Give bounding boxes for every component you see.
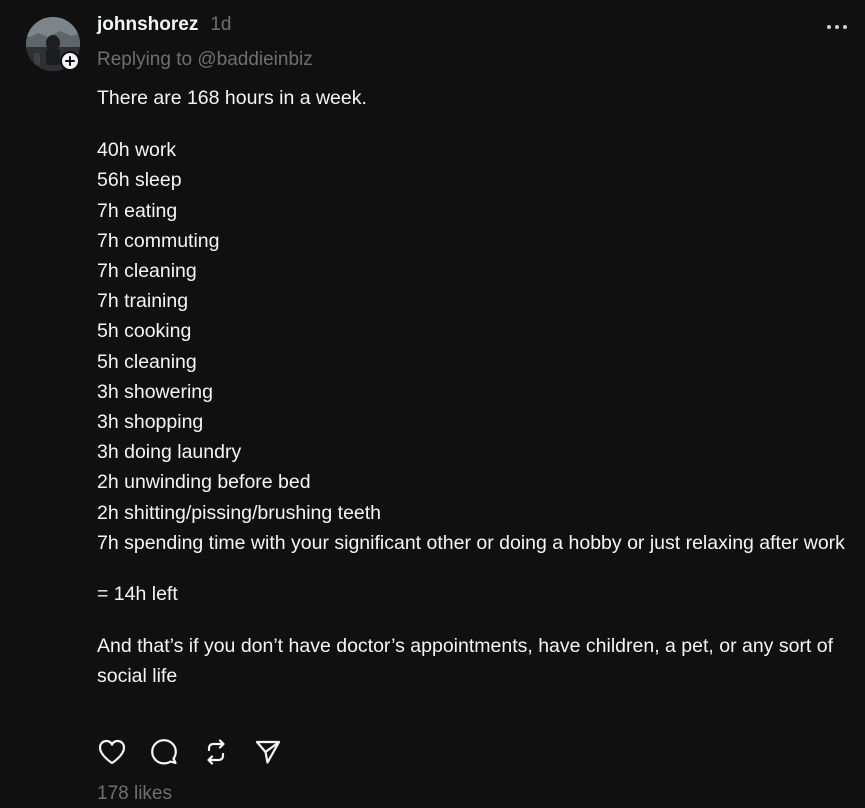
more-options-button[interactable]	[827, 20, 847, 34]
list-item: 7h spending time with your significant o…	[97, 531, 845, 554]
likes-count[interactable]: 178 likes	[97, 783, 172, 805]
heart-icon	[98, 739, 126, 765]
list-item: 7h cleaning	[97, 260, 197, 283]
list-item: 7h eating	[97, 199, 178, 222]
list-item: 2h unwinding before bed	[97, 471, 311, 494]
send-icon	[255, 740, 281, 764]
more-horizontal-icon	[835, 25, 839, 29]
list-item: 2h shitting/pissing/brushing teeth	[97, 501, 382, 524]
post-time[interactable]: 1d	[210, 14, 231, 36]
threads-post: johnshorez 1d Replying to @baddieinbiz T…	[0, 0, 865, 808]
like-button[interactable]	[97, 737, 127, 767]
action-bar	[97, 737, 305, 767]
list-item: 3h shopping	[97, 411, 204, 434]
list-item: 3h doing laundry	[97, 441, 242, 464]
repost-button[interactable]	[201, 737, 231, 767]
hours-list: 40h work 56h sleep 7h eating 7h commutin…	[97, 135, 849, 558]
replying-to[interactable]: Replying to @baddieinbiz	[97, 49, 313, 71]
list-item: 5h cooking	[97, 320, 192, 343]
more-horizontal-icon	[843, 25, 847, 29]
list-item: 7h training	[97, 290, 189, 313]
more-horizontal-icon	[827, 25, 831, 29]
comment-icon	[151, 739, 177, 765]
username[interactable]: johnshorez	[97, 14, 198, 36]
post-closing: And that’s if you don’t have doctor’s ap…	[97, 635, 834, 688]
follow-badge[interactable]	[60, 51, 80, 71]
post-result: = 14h left	[97, 583, 178, 606]
avatar-container[interactable]	[26, 17, 80, 71]
share-button[interactable]	[253, 737, 283, 767]
post-intro: There are 168 hours in a week.	[97, 87, 367, 109]
list-item: 40h work	[97, 139, 177, 162]
repost-icon	[207, 739, 225, 765]
list-item: 3h showering	[97, 380, 213, 403]
comment-button[interactable]	[149, 737, 179, 767]
list-item: 5h cleaning	[97, 350, 197, 373]
list-item: 56h sleep	[97, 169, 182, 192]
post-header: johnshorez 1d	[97, 14, 231, 42]
list-item: 7h commuting	[97, 229, 220, 252]
plus-icon	[65, 56, 75, 66]
post-body: There are 168 hours in a week. 40h work …	[97, 83, 849, 714]
